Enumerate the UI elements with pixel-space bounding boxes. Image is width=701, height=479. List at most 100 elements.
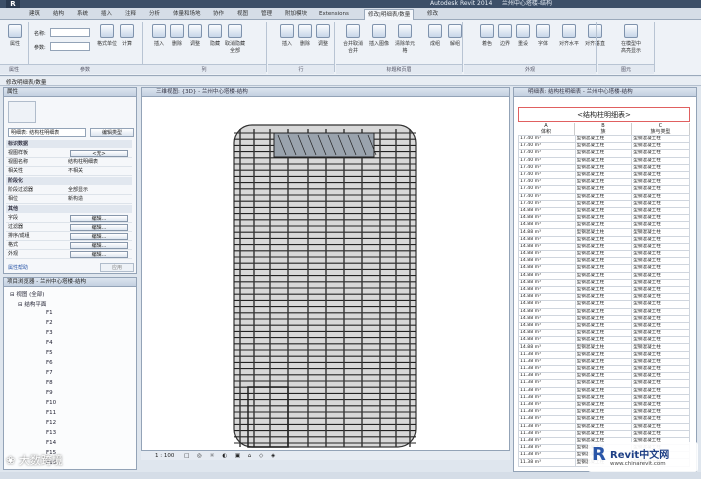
table-cell[interactable]: 型钢混凝土柱 [574,228,633,237]
table-cell[interactable]: 型钢混凝土柱 [631,386,690,395]
property-edit-button[interactable]: 编辑... [70,251,128,258]
table-cell[interactable]: 14.88 m³ [518,285,576,295]
table-cell[interactable]: 型钢混凝土柱 [574,271,633,280]
table-cell[interactable]: 型钢混凝土柱 [631,300,690,309]
table-cell[interactable]: 型钢混凝土柱 [631,206,690,216]
table-cell[interactable]: 型钢混凝土柱 [631,178,690,187]
tab-3[interactable]: 插入 [98,9,115,20]
table-cell[interactable]: 型钢混凝土柱 [631,170,690,180]
table-cell[interactable]: 型钢混凝土柱 [574,257,633,266]
property-section-1[interactable]: 阶段化 [6,177,132,185]
table-row[interactable]: 14.88 m³ 型钢混凝土柱 型钢混凝土柱 [518,206,690,216]
table-cell[interactable]: 14.88 m³ [518,206,576,216]
table-cell[interactable]: 型钢混凝土柱 [631,314,690,323]
table-row[interactable]: 17.40 m³ 型钢混凝土柱 型钢混凝土柱 [518,185,690,194]
floor-plan-item[interactable]: F11 [46,410,56,416]
tab-10[interactable]: 附加模块 [282,9,310,20]
table-row[interactable]: 14.88 m³ 型钢混凝土柱 型钢混凝土柱 [518,343,690,352]
table-cell[interactable]: 型钢混凝土柱 [574,307,633,316]
table-row[interactable]: 17.40 m³ 型钢混凝土柱 型钢混凝土柱 [518,149,690,158]
tower-model-canvas[interactable] [142,97,509,449]
floor-plan-item[interactable]: F12 [46,420,56,426]
floor-plan-item[interactable]: F5 [46,350,53,356]
view-tab[interactable]: 三维视图: {3D} - 兰州中心塔楼-结构 [142,88,509,97]
table-row[interactable]: 14.88 m³ 型钢混凝土柱 型钢混凝土柱 [518,307,690,316]
table-cell[interactable]: 型钢混凝土柱 [631,422,690,431]
table-cell[interactable]: 17.40 m³ [518,170,576,180]
floor-plan-item[interactable]: F6 [46,360,53,366]
floor-plan-item[interactable]: F8 [46,380,53,386]
table-cell[interactable]: 型钢混凝土柱 [631,307,690,316]
table-cell[interactable]: 11.38 m³ [518,379,576,388]
tab-13[interactable]: 修改 [424,9,441,20]
ribbon-button-22[interactable]: 在模型中高亮显示 [620,24,642,54]
table-cell[interactable]: 型钢混凝土柱 [574,364,633,374]
table-cell[interactable]: 型钢混凝土柱 [574,264,633,273]
table-cell[interactable]: 17.40 m³ [518,142,576,151]
table-cell[interactable]: 型钢混凝土柱 [574,408,633,417]
table-cell[interactable]: 型钢混凝土柱 [574,199,633,208]
table-cell[interactable]: 型钢混凝土柱 [631,278,690,287]
table-row[interactable]: 17.40 m³ 型钢混凝土柱 型钢混凝土柱 [518,163,690,172]
table-row[interactable]: 17.40 m³ 型钢混凝土柱 型钢混凝土柱 [518,199,690,208]
table-cell[interactable]: 型钢混凝土柱 [631,271,690,280]
table-cell[interactable]: 型钢混凝土柱 [631,192,690,201]
table-cell[interactable]: 型钢混凝土柱 [631,257,690,266]
table-cell[interactable]: 型钢混凝土柱 [631,408,690,417]
floor-plan-item[interactable]: F2 [46,320,53,326]
table-row[interactable]: 14.88 m³ 型钢混凝土柱 型钢混凝土柱 [518,228,690,237]
table-cell[interactable]: 型钢混凝土柱 [631,199,690,208]
table-cell[interactable]: 型钢混凝土柱 [574,134,633,144]
table-row[interactable]: 14.88 m³ 型钢混凝土柱 型钢混凝土柱 [518,242,690,252]
table-cell[interactable]: 14.88 m³ [518,329,576,338]
property-edit-button[interactable]: 编辑... [70,224,128,231]
table-cell[interactable]: 型钢混凝土柱 [631,336,690,345]
table-row[interactable]: 11.38 m³型钢混凝土柱型钢混凝土柱 [518,429,690,438]
table-cell[interactable]: 14.88 m³ [518,235,576,244]
table-cell[interactable]: 型钢混凝土柱 [574,393,633,402]
tab-12[interactable]: 修改|明细表/数量 [364,9,415,20]
table-cell[interactable]: 14.88 m³ [518,214,576,223]
schedule-tab[interactable]: 明细表: 结构柱明细表 - 兰州中心塔楼-结构 [514,88,696,97]
table-row[interactable]: 11.38 m³型钢混凝土柱型钢混凝土柱 [518,422,690,431]
table-cell[interactable]: 11.38 m³ [518,458,576,467]
tab-7[interactable]: 协作 [210,9,227,20]
ribbon-button-18[interactable]: 重设 [512,24,534,47]
table-cell[interactable]: 14.88 m³ [518,257,576,266]
tab-0[interactable]: 建筑 [26,9,43,20]
table-cell[interactable]: 型钢混凝土柱 [631,372,690,381]
table-row[interactable]: 17.40 m³ 型钢混凝土柱 型钢混凝土柱 [518,156,690,165]
table-cell[interactable]: 型钢混凝土柱 [631,134,690,144]
table-cell[interactable]: 17.40 m³ [518,178,576,187]
ribbon-button-5[interactable]: 调整 [184,24,206,47]
schedule-title[interactable]: <结构柱明细表> [518,107,690,122]
table-cell[interactable]: 型钢混凝土柱 [631,329,690,338]
table-cell[interactable]: 型钢混凝土柱 [631,214,690,223]
ribbon-button-20[interactable]: 对齐水平 [558,24,580,47]
table-cell[interactable]: 11.38 m³ [518,350,576,359]
table-cell[interactable]: 型钢混凝土柱 [574,422,633,431]
table-cell[interactable]: 型钢混凝土柱 [574,156,633,165]
table-row[interactable]: 14.88 m³ 型钢混凝土柱 型钢混凝土柱 [518,278,690,287]
table-cell[interactable]: 11.38 m³ [518,429,576,438]
table-cell[interactable]: 型钢混凝土柱 [574,300,633,309]
table-cell[interactable]: 14.88 m³ [518,336,576,345]
table-cell[interactable]: 型钢混凝土柱 [631,321,690,331]
table-row[interactable]: 14.88 m³ 型钢混凝土柱 型钢混凝土柱 [518,214,690,223]
table-cell[interactable]: 型钢混凝土柱 [631,249,690,259]
table-cell[interactable]: 11.38 m³ [518,364,576,374]
tab-11[interactable]: Extensions [316,9,352,20]
table-row[interactable]: 14.88 m³ 型钢混凝土柱 型钢混凝土柱 [518,329,690,338]
table-row[interactable]: 14.88 m³ 型钢混凝土柱 型钢混凝土柱 [518,257,690,266]
tab-8[interactable]: 视图 [234,9,251,20]
table-cell[interactable]: 型钢混凝土柱 [631,357,690,367]
table-cell[interactable]: 11.38 m³ [518,386,576,395]
table-cell[interactable]: 型钢混凝土柱 [574,192,633,201]
col-c-header[interactable]: C 族与类型 [632,123,690,135]
table-cell[interactable]: 11.38 m³ [518,400,576,410]
floor-plan-item[interactable]: F3 [46,330,53,336]
table-cell[interactable]: 17.40 m³ [518,192,576,201]
table-cell[interactable]: 型钢混凝土柱 [631,264,690,273]
table-cell[interactable]: 17.40 m³ [518,199,576,208]
table-cell[interactable]: 11.38 m³ [518,393,576,402]
